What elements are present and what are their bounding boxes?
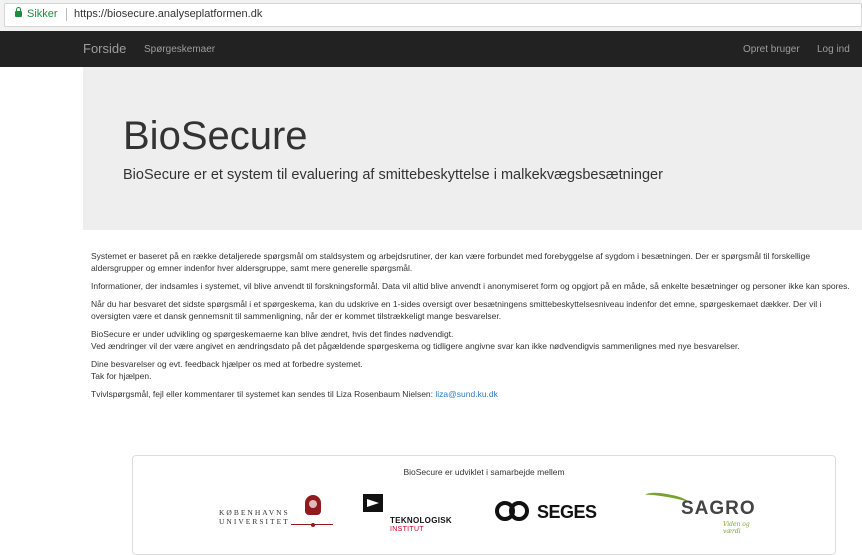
ku-logo-text: KØBENHAVNS UNIVERSITET [219,508,290,526]
paragraph-summary: Når du har besvaret det sidste spørgsmål… [91,299,822,321]
sagro-logo: SAGRO Viden og værdi [644,490,765,540]
ti-mark-icon [363,494,383,512]
paragraph-development: BioSecure er under udvikling og spørgesk… [91,328,862,352]
lock-icon [15,7,22,17]
nav-link-log-ind[interactable]: Log ind [817,44,850,55]
nav-link-spoergeskemaer[interactable]: Spørgeskemaer [144,44,215,55]
seges-ring-icon-2 [509,501,529,521]
ti-logo-line-2: INSTITUT [390,526,424,533]
address-divider [66,8,67,21]
paragraph-contact: Tvivlspørgsmål, fejl eller kommentarer t… [91,388,862,400]
sagro-logo-text: SAGRO [681,498,756,519]
paragraph-system: Systemet er baseret på en række detaljer… [91,251,811,273]
paragraph-data-use: Informationer, der indsamles i systemet,… [91,281,850,291]
jumbotron: BioSecure BioSecure er et system til eva… [83,67,862,230]
browser-address-bar: Sikker https://biosecure.analyseplatform… [0,0,862,31]
ti-logo-line-1: TEKNOLOGISK [390,516,452,525]
contact-email-link[interactable]: liza@sund.ku.dk [435,389,498,399]
secure-label: Sikker [27,8,58,20]
development-line-2: Ved ændringer vil der være angivet en æn… [91,341,740,351]
page-subtitle: BioSecure er et system til evaluering af… [123,167,663,183]
url-field[interactable]: Sikker https://biosecure.analyseplatform… [4,3,862,27]
seges-logo-text: SEGES [537,502,597,522]
ku-seal-icon [305,495,321,515]
thanks-line-2: Tak for hjælpen. [91,371,152,381]
partners-title: BioSecure er udviklet i samarbejde melle… [403,467,565,477]
intro-text: Systemet er baseret på en række detaljer… [91,250,862,406]
ku-logo-line-2: UNIVERSITET [219,517,290,526]
development-line-1: BioSecure er under udvikling og spørgesk… [91,329,454,339]
nav-brand-forside[interactable]: Forside [83,41,126,56]
ku-logo-line-1: KØBENHAVNS [219,508,290,517]
paragraph-thanks: Dine besvarelser og evt. feedback hjælpe… [91,358,862,382]
ku-logo: KØBENHAVNS UNIVERSITET [219,495,333,535]
thanks-line-1: Dine besvarelser og evt. feedback hjælpe… [91,359,363,369]
page-title: BioSecure [123,114,308,158]
ku-dot-icon [311,523,315,527]
decorative-photo [0,150,88,262]
top-navbar: Forside Spørgeskemaer Opret bruger Log i… [0,31,862,67]
teknologisk-institut-logo: TEKNOLOGISK INSTITUT [363,494,463,538]
contact-text: Tvivlspørgsmål, fejl eller kommentarer t… [91,389,434,399]
seges-logo: SEGES [495,500,605,530]
partners-panel: BioSecure er udviklet i samarbejde melle… [132,455,836,555]
nav-link-opret-bruger[interactable]: Opret bruger [743,44,800,55]
sagro-tagline: Viden og værdi [723,521,750,535]
url-text[interactable]: https://biosecure.analyseplatformen.dk [74,8,262,20]
